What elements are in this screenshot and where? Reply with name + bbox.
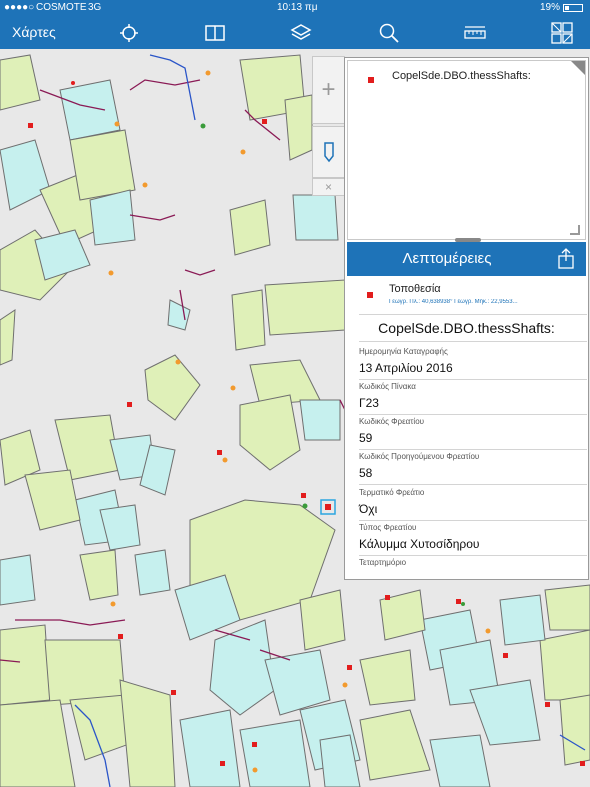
battery-percent: 19% bbox=[540, 2, 561, 13]
details-header: Λεπτομέρειες bbox=[347, 242, 586, 276]
battery-icon bbox=[563, 4, 583, 12]
search-icon[interactable] bbox=[375, 20, 403, 46]
popup-title: CopelSde.DBO.thessShafts: bbox=[392, 70, 531, 82]
basemap-gallery-icon[interactable] bbox=[548, 20, 576, 46]
field-key: Κωδικός Φρεατίου bbox=[359, 417, 425, 426]
field-value: Όχι bbox=[359, 502, 378, 516]
carrier-label: COSMOTE bbox=[36, 2, 87, 13]
location-coordinates: Γεωγρ. Πλ.: 40,638938° Γεωγρ. Μήκ.: 22,9… bbox=[389, 299, 518, 305]
maps-back-button[interactable]: Χάρτες bbox=[12, 24, 56, 40]
field-value: 58 bbox=[359, 466, 373, 480]
locate-icon[interactable] bbox=[115, 20, 143, 46]
field-value: 59 bbox=[359, 431, 373, 445]
field-key: Κωδικός Προηγούμενου Φρεατίου bbox=[359, 452, 480, 461]
measure-icon[interactable] bbox=[461, 20, 489, 46]
identify-panel: CopelSde.DBO.thessShafts: Λεπτομέρειες Τ… bbox=[344, 57, 589, 580]
sketch-pin-button[interactable] bbox=[312, 126, 345, 178]
divider bbox=[359, 341, 587, 342]
shaft-symbol-icon bbox=[368, 77, 374, 83]
field-key: Τερματικό Φρεάτιο bbox=[359, 488, 425, 497]
layers-icon[interactable] bbox=[287, 20, 315, 46]
map-tools: + × bbox=[312, 56, 345, 196]
fold-corner-icon bbox=[571, 61, 585, 75]
network-label: 3G bbox=[88, 2, 102, 13]
field-value: Γ23 bbox=[359, 396, 379, 410]
nav-bar: Χάρτες bbox=[0, 16, 590, 49]
field-value: Κάλυμμα Χυτοσίδηρου bbox=[359, 537, 480, 551]
signal-icon: ●●●●○ bbox=[4, 2, 35, 13]
field-key: Τύπος Φρεατίου bbox=[359, 523, 417, 532]
divider bbox=[359, 314, 587, 315]
field-value: 13 Απριλίου 2016 bbox=[359, 361, 453, 375]
close-tools-button[interactable]: × bbox=[312, 178, 345, 196]
clock: 10:13 πμ bbox=[277, 2, 318, 13]
details-title: Λεπτομέρειες bbox=[402, 250, 492, 267]
field-key: Κωδικός Πίνακα bbox=[359, 382, 416, 391]
location-row[interactable]: Τοποθεσία Γεωγρ. Πλ.: 40,638938° Γεωγρ. … bbox=[347, 278, 586, 312]
field-key: Τεταρτημόριο bbox=[359, 558, 407, 567]
layer-title: CopelSde.DBO.thessShafts: bbox=[378, 320, 555, 336]
resize-handle-icon[interactable] bbox=[570, 225, 580, 235]
location-label: Τοποθεσία bbox=[389, 283, 441, 295]
popup-card[interactable]: CopelSde.DBO.thessShafts: bbox=[347, 60, 586, 240]
field-key: Ημερομηνία Καταγραφής bbox=[359, 347, 448, 356]
zoom-in-button[interactable]: + bbox=[312, 56, 345, 124]
location-symbol-icon bbox=[367, 292, 373, 298]
status-bar: ●●●●○ COSMOTE 3G 10:13 πμ 19% bbox=[0, 0, 590, 16]
share-icon[interactable] bbox=[556, 248, 576, 270]
bookmarks-icon[interactable] bbox=[201, 20, 229, 46]
pin-icon bbox=[323, 142, 334, 163]
